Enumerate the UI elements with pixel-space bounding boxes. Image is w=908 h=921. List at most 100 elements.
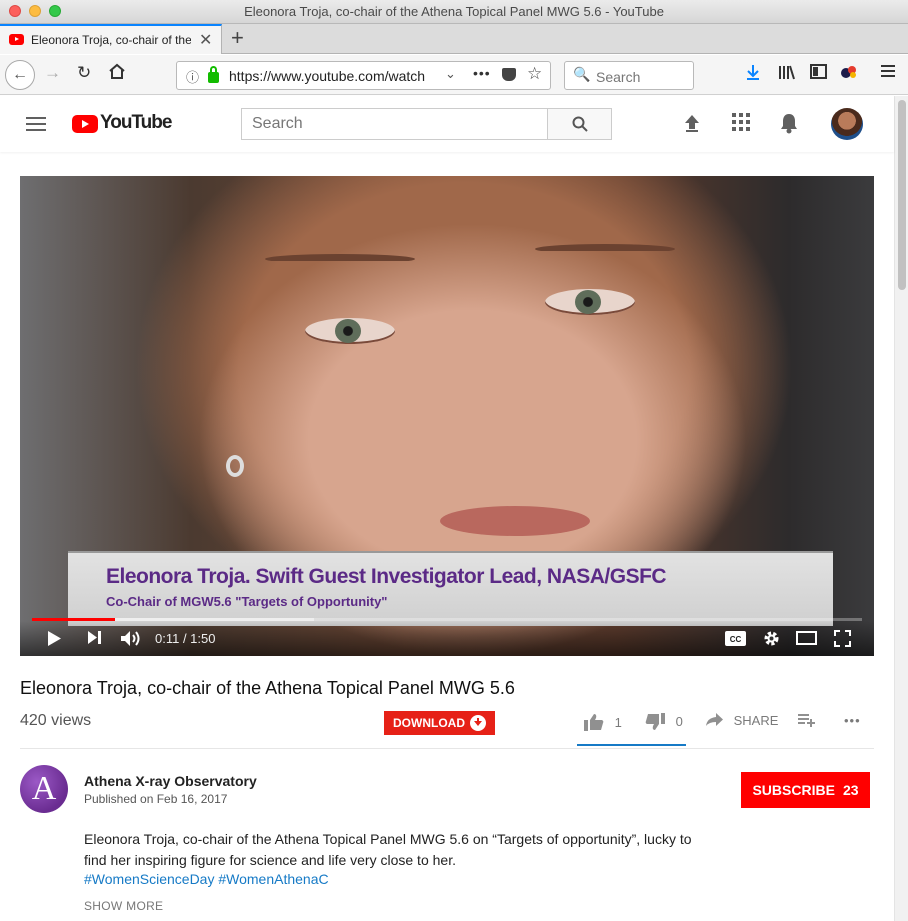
- chevron-down-icon[interactable]: ⌄: [445, 66, 456, 82]
- description-hashtags[interactable]: #WomenScienceDay #WomenAthenaC: [84, 871, 329, 887]
- browser-navbar: ← → ↻ ⓘ https://www.youtube.com/watch ⌄ …: [0, 55, 908, 95]
- more-actions-button[interactable]: •••: [844, 713, 861, 728]
- video-lower-third: Eleonora Troja. Swift Guest Investigator…: [68, 551, 833, 626]
- add-to-playlist-button[interactable]: [798, 713, 816, 730]
- home-button[interactable]: [108, 63, 126, 85]
- like-button[interactable]: 1: [584, 713, 622, 731]
- pocket-icon[interactable]: [502, 68, 516, 81]
- play-button[interactable]: [47, 630, 62, 652]
- youtube-header: YouTube: [0, 96, 894, 152]
- video-frame-eye-right: [545, 289, 635, 315]
- url-bar[interactable]: ⓘ https://www.youtube.com/watch ⌄ ••• ☆: [176, 61, 551, 90]
- browser-tab-active[interactable]: Eleonora Troja, co-chair of the ✕: [0, 24, 222, 54]
- subscribe-label: SUBSCRIBE: [752, 782, 835, 798]
- library-icon: [779, 65, 795, 80]
- bookmark-star-icon[interactable]: ☆: [527, 64, 542, 84]
- video-frame-brow-left: [265, 254, 415, 264]
- channel-avatar[interactable]: A: [20, 765, 68, 813]
- thumbs-down-icon: [645, 713, 665, 730]
- lock-icon: [208, 66, 219, 83]
- sidebar-button[interactable]: [810, 64, 827, 84]
- guide-menu-icon[interactable]: [26, 117, 46, 131]
- show-more-button[interactable]: SHOW MORE: [84, 899, 163, 913]
- share-arrow-icon: [706, 713, 723, 726]
- new-tab-button[interactable]: +: [231, 25, 244, 51]
- downloads-button[interactable]: [746, 64, 760, 85]
- window-titlebar: Eleonora Troja, co-chair of the Athena T…: [0, 0, 908, 24]
- video-frame-lips: [440, 506, 590, 536]
- cc-label: CC: [730, 635, 742, 644]
- extension-button[interactable]: [840, 64, 858, 85]
- next-button[interactable]: [87, 630, 102, 650]
- tab-close-icon[interactable]: ✕: [199, 30, 212, 50]
- video-frame-brow-right: [535, 244, 675, 254]
- tab-label: Eleonora Troja, co-chair of the: [31, 33, 191, 47]
- fullscreen-button[interactable]: [834, 630, 851, 652]
- volume-icon: [121, 631, 140, 646]
- sentiment-bar: [577, 744, 686, 746]
- download-label: DOWNLOAD: [393, 716, 465, 730]
- youtube-logo-icon[interactable]: [72, 115, 98, 133]
- lower-third-name: Eleonora Troja. Swift Guest Investigator…: [106, 565, 667, 588]
- youtube-logo-text[interactable]: YouTube: [100, 112, 172, 134]
- video-title: Eleonora Troja, co-chair of the Athena T…: [20, 678, 515, 698]
- arrow-right-icon: →: [44, 63, 61, 82]
- subscriber-count: 23: [842, 782, 859, 798]
- arrow-left-icon: ←: [12, 66, 28, 83]
- mute-button[interactable]: [120, 630, 142, 652]
- dislike-count: 0: [675, 714, 683, 729]
- captions-button[interactable]: CC: [725, 631, 746, 651]
- apps-button[interactable]: [732, 113, 750, 136]
- closed-captions-icon: CC: [725, 631, 746, 646]
- view-count: 420 views: [20, 712, 92, 729]
- notifications-button[interactable]: [780, 113, 798, 139]
- dislike-button[interactable]: 0: [645, 713, 683, 731]
- user-avatar[interactable]: [831, 108, 863, 140]
- bell-icon: [781, 114, 797, 134]
- forward-button[interactable]: →: [44, 63, 61, 83]
- page-actions-icon[interactable]: •••: [473, 65, 491, 81]
- publish-date: Published on Feb 16, 2017: [84, 792, 228, 806]
- download-circle-icon: [470, 715, 486, 731]
- page-scrollbar[interactable]: [894, 96, 908, 921]
- page-scrollbar-thumb[interactable]: [898, 100, 906, 290]
- apps-grid-icon: [732, 113, 750, 131]
- video-player[interactable]: Eleonora Troja. Swift Guest Investigator…: [20, 176, 874, 656]
- subscribe-button[interactable]: SUBSCRIBE 23: [741, 772, 870, 808]
- channel-name[interactable]: Athena X-ray Observatory: [84, 773, 257, 789]
- browser-search-bar[interactable]: 🔍 Search: [564, 61, 694, 90]
- library-button[interactable]: [778, 64, 795, 85]
- add-to-playlist-icon: [798, 714, 815, 727]
- theater-mode-icon: [796, 631, 817, 645]
- menu-button[interactable]: [881, 64, 895, 82]
- extension-icon: [841, 66, 856, 78]
- back-button[interactable]: ←: [5, 60, 35, 90]
- home-icon: [109, 63, 125, 79]
- lower-third-role: Co-Chair of MGW5.6 "Targets of Opportuni…: [106, 594, 388, 609]
- url-text[interactable]: https://www.youtube.com/watch: [229, 68, 437, 84]
- like-count: 1: [614, 715, 622, 730]
- download-button[interactable]: DOWNLOAD: [384, 711, 495, 735]
- thumbs-up-icon: [584, 714, 604, 731]
- info-icon[interactable]: ⓘ: [186, 67, 199, 86]
- video-description: Eleonora Troja, co-chair of the Athena T…: [84, 831, 692, 868]
- theater-mode-button[interactable]: [796, 631, 817, 650]
- video-controls: 0:11 / 1:50 CC: [20, 621, 874, 656]
- window-title: Eleonora Troja, co-chair of the Athena T…: [244, 4, 664, 19]
- browser-search-placeholder: Search: [596, 69, 641, 85]
- reload-button[interactable]: ↻: [77, 63, 91, 83]
- reload-icon: ↻: [77, 63, 92, 82]
- upload-button[interactable]: [683, 113, 701, 138]
- youtube-search-input[interactable]: [241, 108, 548, 140]
- youtube-search-button[interactable]: [547, 108, 612, 140]
- settings-button[interactable]: [763, 630, 780, 652]
- next-icon: [88, 631, 101, 644]
- search-engine-icon: 🔍: [573, 66, 591, 82]
- video-frame-earring: [226, 455, 244, 477]
- share-button[interactable]: SHARE: [706, 713, 778, 728]
- youtube-favicon-icon: [9, 34, 24, 45]
- sidebar-icon: [810, 64, 827, 79]
- play-icon: [48, 631, 61, 646]
- upload-icon: [685, 115, 699, 132]
- time-display: 0:11 / 1:50: [155, 631, 216, 646]
